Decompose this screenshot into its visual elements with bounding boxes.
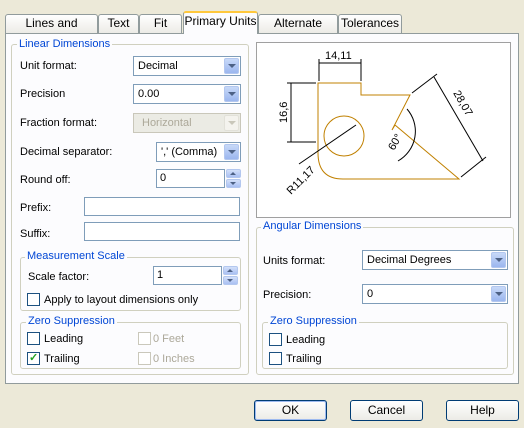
precision-dropdown-button[interactable] [224, 86, 239, 102]
spin-up-icon[interactable] [226, 169, 241, 178]
unit-format-select[interactable]: Decimal [133, 56, 241, 76]
chevron-down-icon [228, 92, 236, 96]
apply-layout-checkbox[interactable] [27, 293, 40, 306]
angular-leading-checkbox[interactable] [269, 333, 282, 346]
spin-down-icon[interactable] [226, 179, 241, 188]
angular-dimensions-title: Angular Dimensions [261, 220, 364, 233]
help-button[interactable]: Help [446, 400, 519, 421]
unit-format-value: Decimal [138, 60, 178, 72]
tab-fit[interactable]: Fit [139, 14, 182, 33]
fraction-format-select: Horizontal [133, 113, 241, 133]
zero-feet-label: 0 Feet [153, 333, 185, 345]
ok-button[interactable]: OK [254, 400, 327, 421]
leading-label: Leading [44, 333, 84, 345]
scale-factor-spinner[interactable] [223, 266, 238, 285]
prefix-label: Prefix: [20, 202, 52, 214]
round-off-input[interactable]: 0 [156, 169, 225, 188]
dim-right-text: 28,07 [450, 89, 474, 119]
zero-feet-checkbox [138, 332, 151, 345]
decimal-separator-label: Decimal separator: [20, 146, 113, 158]
precision-label: Precision [20, 88, 66, 100]
chevron-down-icon [228, 121, 236, 125]
trailing-label: Trailing [44, 353, 80, 365]
precision-value: 0.00 [138, 88, 160, 100]
angular-trailing-label: Trailing [286, 353, 322, 365]
round-off-label: Round off: [20, 174, 71, 186]
scale-factor-input[interactable]: 1 [153, 266, 222, 285]
tab-primary-units[interactable]: Primary Units [183, 11, 258, 34]
tab-text[interactable]: Text [98, 14, 139, 33]
spin-up-icon[interactable] [223, 266, 238, 275]
checkmark-icon: ✓ [29, 352, 39, 364]
fraction-format-label: Fraction format: [20, 117, 98, 129]
unit-format-dropdown-button[interactable] [224, 58, 239, 74]
zero-suppression-angular-title: Zero Suppression [268, 315, 359, 328]
chevron-down-icon [228, 150, 236, 154]
chevron-down-icon [495, 258, 503, 262]
unit-format-label: Unit format: [20, 60, 77, 72]
dimension-lines [287, 59, 487, 178]
measurement-scale-title: Measurement Scale [25, 250, 127, 263]
precision-select[interactable]: 0.00 [133, 84, 241, 104]
cancel-button[interactable]: Cancel [350, 400, 423, 421]
angular-leading-label: Leading [286, 334, 326, 346]
decimal-separator-select[interactable]: ',' (Comma) [156, 142, 241, 162]
dimension-preview: 14,11 16,6 28,07 60° R11,17 [256, 42, 511, 218]
fraction-format-value: Horizontal [142, 117, 192, 129]
fraction-format-dropdown-button [224, 115, 239, 131]
decimal-separator-value: ',' (Comma) [161, 146, 218, 158]
angular-units-dropdown-button[interactable] [491, 252, 506, 268]
linear-dimensions-title: Linear Dimensions [17, 38, 113, 51]
angular-precision-dropdown-button[interactable] [491, 286, 506, 302]
preview-drawing: 14,11 16,6 28,07 60° R11,17 [278, 50, 487, 197]
tab-tolerances[interactable]: Tolerances [338, 14, 402, 33]
angular-units-format-label: Units format: [263, 255, 326, 267]
chevron-down-icon [228, 64, 236, 68]
spin-down-icon[interactable] [223, 276, 238, 285]
zero-suppression-linear-title: Zero Suppression [26, 315, 117, 328]
dim-radius-text: R11,17 [285, 164, 318, 197]
leading-checkbox[interactable] [27, 332, 40, 345]
zero-inches-label: 0 Inches [153, 353, 195, 365]
prefix-input[interactable] [84, 197, 240, 216]
chevron-down-icon [495, 292, 503, 296]
dim-top-text: 14,11 [325, 50, 352, 62]
preview-shape [317, 82, 461, 180]
suffix-input[interactable] [84, 222, 240, 241]
apply-layout-label: Apply to layout dimensions only [44, 294, 199, 306]
angular-precision-label: Precision: [263, 289, 312, 301]
suffix-label: Suffix: [20, 228, 51, 240]
angular-precision-value: 0 [367, 288, 374, 300]
trailing-checkbox[interactable]: ✓ [27, 352, 40, 365]
angular-precision-select[interactable]: 0 [362, 284, 508, 304]
tab-alternate-units[interactable]: Alternate Units [258, 14, 338, 47]
tab-lines-and-arrows[interactable]: Lines and Arrows [5, 14, 98, 47]
round-off-spinner[interactable] [226, 169, 241, 188]
angular-trailing-checkbox[interactable] [269, 352, 282, 365]
dim-angle-text: 60° [386, 132, 405, 152]
angular-units-format-value: Decimal Degrees [367, 254, 452, 266]
decimal-separator-dropdown-button[interactable] [224, 144, 239, 160]
zero-inches-checkbox [138, 352, 151, 365]
scale-factor-label: Scale factor: [28, 271, 90, 283]
angular-units-format-select[interactable]: Decimal Degrees [362, 250, 508, 270]
dim-left-text: 16,6 [278, 102, 290, 123]
